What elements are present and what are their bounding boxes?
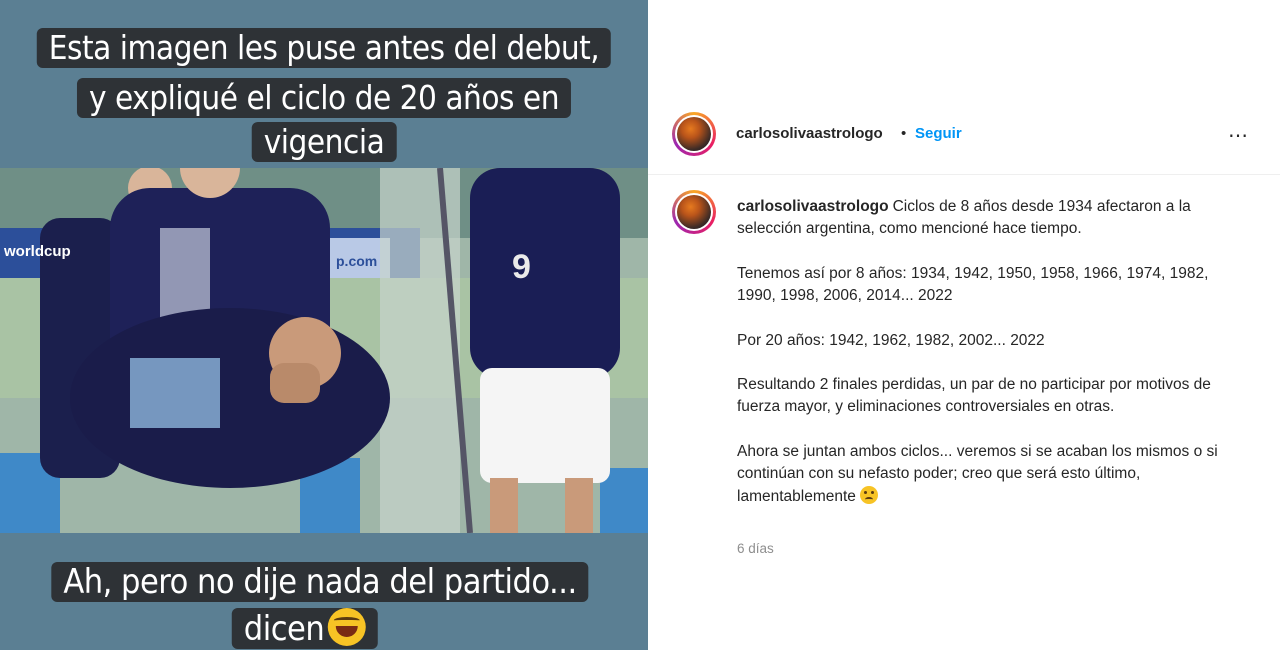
caption-paragraph-5: Ahora se juntan ambos ciclos... veremos … [737,442,1218,505]
caption-paragraph-2: Tenemos así por 8 años: 1934, 1942, 1950… [737,264,1209,305]
story-caption-line-1: Esta imagen les puse antes del debut, [36,28,612,68]
banner-left-text: worldcup [3,243,71,260]
story-caption-line-3: vigencia [251,122,397,162]
header-divider [648,174,1280,175]
story-photo: 9 worldcup p.com [0,168,648,533]
post-timestamp[interactable]: 6 días [737,541,774,556]
banner-right-text: p.com [336,253,377,269]
laughing-emoji-icon [328,608,367,646]
header-avatar[interactable] [672,112,716,156]
post-caption: carlosolivaastrologo Ciclos de 8 años des… [737,196,1237,508]
confused-face-icon [860,485,879,504]
caption-avatar[interactable] [672,190,716,234]
story-caption-bottom-text: dicen [243,609,325,649]
story-caption-bottom-line-1: Ah, pero no dije nada del partido... [51,562,589,602]
story-caption-line-2: y expliqué el ciclo de 20 años en [76,78,572,118]
caption-username[interactable]: carlosolivaastrologo [737,198,889,215]
caption-paragraph-3: Por 20 años: 1942, 1962, 1982, 2002... 2… [737,331,1045,349]
story-image: 9 worldcup p.com Esta imagen les puse an… [0,0,648,650]
more-options-icon[interactable]: ⋯ [1228,123,1249,148]
jersey-number: 9 [512,248,531,286]
caption-paragraph-4: Resultando 2 finales perdidas, un par de… [737,376,1211,416]
header-username[interactable]: carlosolivaastrologo [736,125,883,142]
header-separator: • [901,125,907,142]
follow-button[interactable]: Seguir [915,125,962,142]
story-caption-bottom-line-2: dicen [231,608,379,649]
coaches-photo-illustration: 9 worldcup p.com [0,168,648,533]
